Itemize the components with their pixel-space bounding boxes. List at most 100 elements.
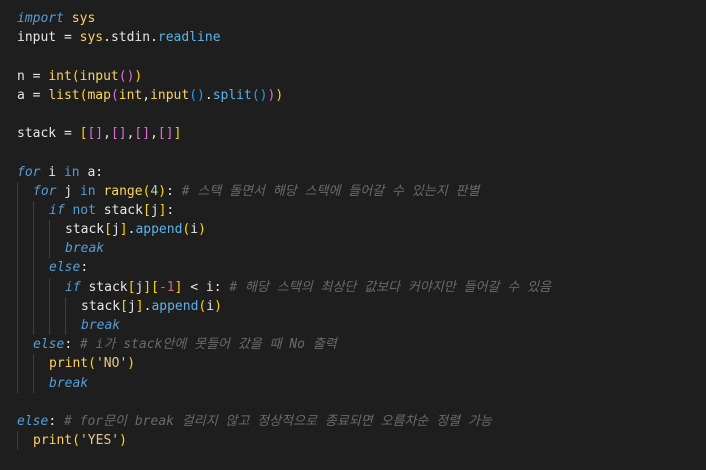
code-token: 'YES' xyxy=(79,433,120,449)
indent-guide xyxy=(17,220,18,240)
code-token: stack xyxy=(80,279,128,295)
code-line-content: if not stack[j]: xyxy=(49,201,174,220)
code-token: i xyxy=(206,298,215,314)
code-token: in xyxy=(79,183,96,199)
code-line[interactable]: break xyxy=(17,373,706,393)
code-token: split xyxy=(212,87,252,103)
code-line[interactable]: else: # for문이 break 걸리지 않고 정상적으로 종료되면 오름… xyxy=(17,412,706,431)
code-token: else xyxy=(33,337,65,353)
code-line[interactable]: stack = [[],[],[],[]] xyxy=(17,124,706,143)
code-token: [] xyxy=(110,126,127,142)
code-token: range xyxy=(103,183,143,199)
indent-guide xyxy=(17,316,18,336)
code-line-content: for i in a: xyxy=(17,163,103,182)
indent-guide xyxy=(33,258,34,278)
code-token: for xyxy=(33,183,57,199)
code-token: < i: xyxy=(182,279,230,295)
code-line[interactable]: a = list(map(int,input().split())) xyxy=(17,86,706,105)
code-line[interactable]: break xyxy=(17,316,706,336)
code-token: ( xyxy=(71,68,80,84)
code-token: i xyxy=(40,164,64,180)
code-line-content: break xyxy=(65,239,104,258)
code-line[interactable]: else: xyxy=(17,258,706,278)
code-line[interactable]: print('NO') xyxy=(17,354,706,374)
code-line[interactable]: import sys xyxy=(17,9,706,28)
code-token: readline xyxy=(157,30,221,46)
indent-guide xyxy=(49,316,50,336)
indent-guide xyxy=(17,277,18,297)
code-token: in xyxy=(63,164,80,180)
code-token: . xyxy=(150,30,158,46)
code-token: , xyxy=(103,126,111,142)
code-line-content: for j in range(4): # 스택 돌면서 해당 스택에 들어갈 수… xyxy=(33,182,479,201)
indent-guide xyxy=(17,258,18,278)
code-token: 'NO' xyxy=(95,356,128,372)
code-line-content: else: # for문이 break 걸리지 않고 정상적으로 종료되면 오름… xyxy=(17,412,492,431)
code-line[interactable]: stack[j].append(i) xyxy=(17,220,706,240)
code-line[interactable]: for j in range(4): # 스택 돌면서 해당 스택에 들어갈 수… xyxy=(17,181,706,201)
code-token: ( xyxy=(110,87,119,103)
code-token: () xyxy=(251,87,268,103)
code-token: else xyxy=(17,413,49,429)
code-token: () xyxy=(118,68,135,84)
code-token: : xyxy=(166,183,182,199)
code-token: = xyxy=(24,68,49,84)
code-line-content: import sys xyxy=(17,9,95,28)
code-token: ) xyxy=(158,183,167,199)
indent-guide xyxy=(33,373,34,393)
code-token: stack xyxy=(95,202,143,218)
code-line[interactable] xyxy=(17,143,706,162)
indent-guide xyxy=(65,316,66,336)
code-comment: # i가 stack안에 못들어 갔을 때 No 출력 xyxy=(79,337,337,353)
indent-guide xyxy=(17,296,18,316)
code-token: ) xyxy=(127,356,136,372)
code-line[interactable]: print('YES') xyxy=(17,431,706,451)
code-token: [] xyxy=(134,126,151,142)
code-token: map xyxy=(87,87,111,103)
code-token: j xyxy=(56,183,80,199)
code-line-content: stack[j].append(i) xyxy=(81,297,222,316)
code-token: stack xyxy=(81,298,121,314)
code-token: break xyxy=(65,241,105,257)
code-line[interactable] xyxy=(17,47,706,66)
indent-guide xyxy=(33,316,34,336)
code-token: sys xyxy=(79,30,104,46)
code-token: = xyxy=(56,126,80,142)
indent-guide xyxy=(17,200,18,221)
code-comment: # for문이 break 걸리지 않고 정상적으로 종료되면 오름차순 정렬 … xyxy=(63,413,492,429)
code-line[interactable]: stack[j].append(i) xyxy=(17,296,706,316)
code-line[interactable]: for i in a: xyxy=(17,163,706,182)
code-token: [ xyxy=(104,222,112,238)
code-line-content: stack[j].append(i) xyxy=(65,220,206,239)
indent-guide xyxy=(49,220,50,240)
indent-guide xyxy=(33,220,34,240)
code-line[interactable] xyxy=(17,105,706,124)
code-token: list xyxy=(48,87,80,103)
code-token: . xyxy=(103,30,111,46)
code-line[interactable] xyxy=(17,393,706,412)
indent-guide xyxy=(33,200,34,221)
code-token: -1 xyxy=(158,279,175,295)
code-line-content: else: xyxy=(49,258,88,277)
code-comment: # 해당 스택의 최상단 값보다 커야지만 들어갈 수 있음 xyxy=(229,279,551,295)
code-token: break xyxy=(81,318,121,333)
code-line-content: break xyxy=(81,316,120,335)
code-token: int xyxy=(48,68,72,84)
code-line-content: print('NO') xyxy=(49,354,135,373)
code-token: [ xyxy=(120,298,128,314)
code-line[interactable]: if not stack[j]: xyxy=(17,200,706,221)
code-line[interactable]: n = int(input()) xyxy=(17,67,706,86)
code-line[interactable]: break xyxy=(17,239,706,259)
code-token: : xyxy=(64,337,80,353)
code-token: ] xyxy=(119,222,128,238)
code-editor[interactable]: import sys input = sys.stdin.readline n = … xyxy=(0,0,706,470)
code-line[interactable]: if stack[j][-1] < i: # 해당 스택의 최상단 값보다 커야… xyxy=(17,277,706,297)
indent-guide xyxy=(17,239,18,259)
code-line[interactable]: else: # i가 stack안에 못들어 갔을 때 No 출력 xyxy=(17,335,706,355)
code-line[interactable]: input = sys.stdin.readline xyxy=(17,28,706,47)
code-token: input xyxy=(17,30,57,46)
code-token: ] xyxy=(173,126,182,142)
indent-guide xyxy=(17,431,18,451)
indent-guide xyxy=(17,354,18,374)
code-line-content: input = sys.stdin.readline xyxy=(17,28,221,47)
